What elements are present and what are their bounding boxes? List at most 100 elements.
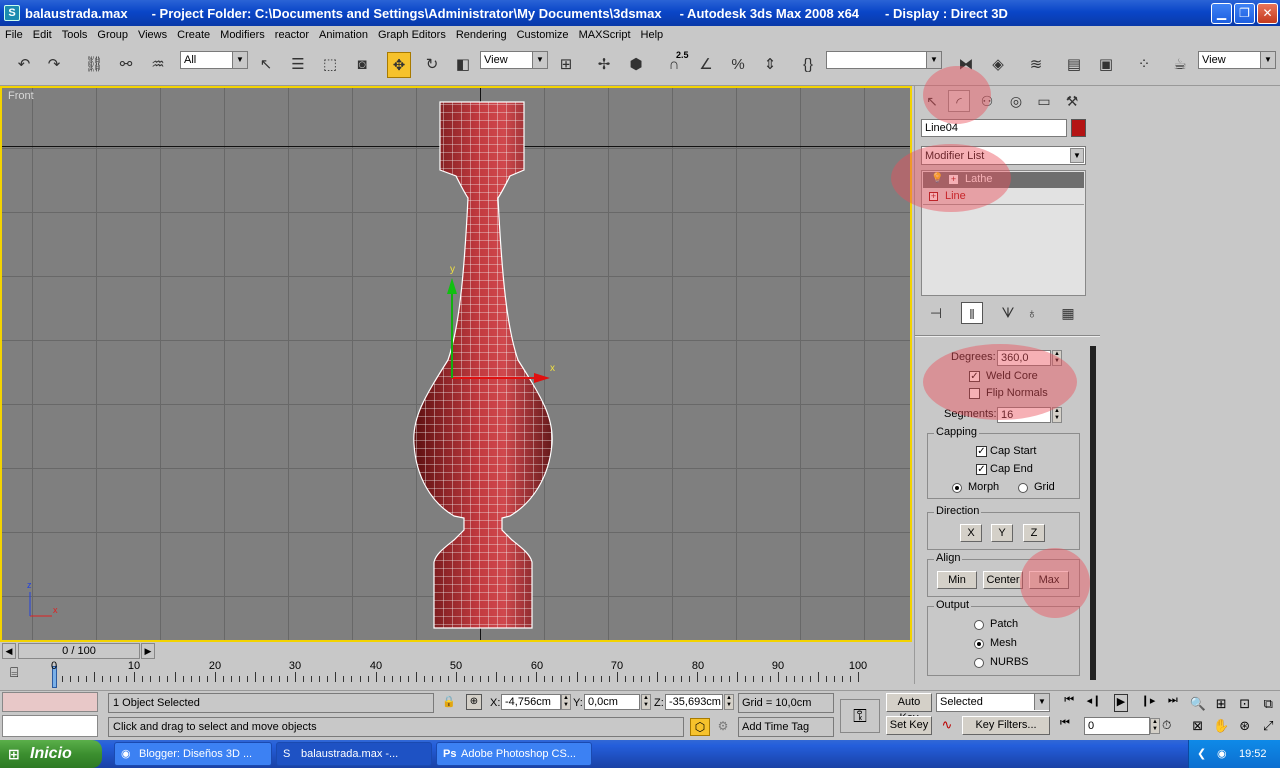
- time-slider-thumb[interactable]: 0 / 100: [18, 643, 140, 659]
- angle-snap-icon[interactable]: ∠: [694, 52, 718, 78]
- direction-x-button[interactable]: X: [960, 524, 982, 542]
- show-end-result-icon[interactable]: ‖: [961, 302, 983, 324]
- display-tab-icon[interactable]: ▭: [1033, 90, 1055, 112]
- back-arrow-icon[interactable]: ❮: [1197, 740, 1206, 768]
- menu-group[interactable]: Group: [97, 29, 128, 41]
- set-key-button[interactable]: Set Key: [886, 716, 932, 735]
- pin-stack-icon[interactable]: ⊣: [925, 302, 947, 324]
- selection-lock-toggle-icon[interactable]: ⬡: [690, 718, 710, 736]
- render-view-dropdown[interactable]: View ▼: [1198, 51, 1276, 69]
- output-patch-radio[interactable]: [974, 620, 984, 630]
- morph-radio[interactable]: [952, 483, 962, 493]
- panel-scrollbar[interactable]: [1090, 346, 1096, 680]
- select-object-icon[interactable]: ↖: [254, 52, 278, 78]
- taskbar-item-3dsmax[interactable]: S balaustrada.max -...: [276, 742, 432, 766]
- track-bar[interactable]: ⌸ 0 10 20 30 40 50 60 70 80 90 100: [0, 660, 912, 690]
- output-nurbs-radio[interactable]: [974, 658, 984, 668]
- percent-snap-icon[interactable]: %: [726, 52, 750, 78]
- x-coordinate-input[interactable]: -4,756cm: [501, 694, 561, 710]
- pan-icon[interactable]: ✋: [1210, 715, 1234, 737]
- go-to-start-icon[interactable]: ⏮: [1064, 694, 1074, 712]
- grid-radio[interactable]: [1018, 483, 1028, 493]
- close-button[interactable]: ✕: [1257, 3, 1278, 24]
- key-filters-button[interactable]: Key Filters...: [962, 716, 1050, 735]
- menu-modifiers[interactable]: Modifiers: [220, 29, 265, 41]
- menu-animation[interactable]: Animation: [319, 29, 368, 41]
- taskbar-item-blogger[interactable]: ◉ Blogger: Diseños 3D ...: [114, 742, 272, 766]
- bind-space-warp-icon[interactable]: ♒: [146, 52, 170, 78]
- key-tangent-icon[interactable]: ∿: [936, 717, 958, 735]
- rectangular-selection-icon[interactable]: ⬚: [318, 52, 342, 78]
- zoom-region-icon[interactable]: ⊠: [1186, 715, 1210, 737]
- next-frame-icon[interactable]: ❙▸: [1141, 694, 1156, 712]
- zoom-extents-all-icon[interactable]: ⧉: [1257, 693, 1280, 715]
- align-min-button[interactable]: Min: [937, 571, 977, 589]
- edit-named-selection-icon[interactable]: {}: [796, 52, 820, 78]
- maximize-button[interactable]: ❐: [1234, 3, 1255, 24]
- named-selection-sets-dropdown[interactable]: ▼: [826, 51, 942, 69]
- cap-start-checkbox[interactable]: ✓: [976, 446, 987, 457]
- menu-views[interactable]: Views: [138, 29, 167, 41]
- render-setup-icon[interactable]: ☕: [1168, 52, 1192, 78]
- zoom-all-icon[interactable]: ⊞: [1210, 693, 1234, 715]
- curve-editor-icon[interactable]: ▤: [1062, 52, 1086, 78]
- key-mode-dropdown[interactable]: Selected ▼: [936, 693, 1050, 712]
- spinner-snap-icon[interactable]: ⇕: [758, 52, 782, 78]
- make-unique-icon[interactable]: ᗐ: [997, 302, 1019, 324]
- menu-create[interactable]: Create: [177, 29, 210, 41]
- z-spinner[interactable]: ▲ ▼: [724, 694, 734, 710]
- object-color-swatch[interactable]: [1071, 119, 1086, 137]
- manipulate-icon[interactable]: ✢: [592, 52, 616, 78]
- material-editor-icon[interactable]: ⁘: [1132, 52, 1156, 78]
- y-coordinate-input[interactable]: 0,0cm: [584, 694, 640, 710]
- current-frame-input[interactable]: 0: [1084, 717, 1150, 735]
- keyboard-shortcut-override-icon[interactable]: ⬢: [624, 52, 648, 78]
- cap-end-checkbox[interactable]: ✓: [976, 464, 987, 475]
- taskbar-item-photoshop[interactable]: Ps Adobe Photoshop CS...: [436, 742, 592, 766]
- set-key-icon[interactable]: ⚿: [840, 699, 880, 733]
- z-coordinate-input[interactable]: -35,693cm: [665, 694, 723, 710]
- menu-maxscript[interactable]: MAXScript: [579, 29, 631, 41]
- minimize-button[interactable]: ▁: [1211, 3, 1232, 24]
- firefox-tray-icon[interactable]: ◉: [1217, 740, 1227, 768]
- align-icon[interactable]: ◈: [986, 52, 1010, 78]
- select-and-scale-icon[interactable]: ◧: [451, 52, 475, 78]
- configure-modifier-sets-icon[interactable]: ▦: [1057, 302, 1079, 324]
- front-viewport[interactable]: Front x y x z: [0, 86, 912, 642]
- link-icon[interactable]: ⛓: [82, 52, 106, 78]
- maximize-viewport-icon[interactable]: ⤢: [1257, 715, 1280, 737]
- chevron-left-icon[interactable]: ◀: [2, 643, 16, 659]
- schematic-view-icon[interactable]: ▣: [1094, 52, 1118, 78]
- menu-help[interactable]: Help: [641, 29, 664, 41]
- zoom-icon[interactable]: 🔍: [1186, 693, 1210, 715]
- select-and-rotate-icon[interactable]: ↻: [420, 52, 444, 78]
- unlink-icon[interactable]: ⚯: [114, 52, 138, 78]
- time-configuration-icon[interactable]: ⏱: [1162, 718, 1171, 733]
- lock-selection-icon[interactable]: 🔒: [442, 695, 456, 708]
- chevron-right-icon[interactable]: ▶: [141, 643, 155, 659]
- direction-y-button[interactable]: Y: [991, 524, 1013, 542]
- output-mesh-radio[interactable]: [974, 639, 984, 649]
- menu-reactor[interactable]: reactor: [275, 29, 309, 41]
- menu-file[interactable]: File: [5, 29, 23, 41]
- redo-icon[interactable]: ↷: [42, 52, 66, 78]
- frame-spinner[interactable]: ▲ ▼: [1150, 718, 1160, 734]
- maxscript-listener-mini[interactable]: [2, 692, 98, 712]
- utilities-tab-icon[interactable]: ⚒: [1061, 90, 1083, 112]
- zoom-extents-icon[interactable]: ⊡: [1233, 693, 1257, 715]
- selection-filter-dropdown[interactable]: All ▼: [180, 51, 248, 69]
- key-mode-toggle-icon[interactable]: ⏮: [1060, 717, 1070, 730]
- direction-z-button[interactable]: Z: [1023, 524, 1045, 542]
- adaptive-degradation-icon[interactable]: ⚙: [714, 718, 732, 736]
- reference-coordinate-dropdown[interactable]: View ▼: [480, 51, 548, 69]
- start-button[interactable]: ⊞ Inicio: [0, 740, 102, 768]
- remove-modifier-icon[interactable]: ♁: [1021, 302, 1043, 324]
- auto-key-button[interactable]: Auto Key: [886, 693, 932, 724]
- baluster-mesh[interactable]: x y x z: [2, 88, 912, 642]
- menu-tools[interactable]: Tools: [62, 29, 88, 41]
- layer-manager-icon[interactable]: ≋: [1024, 52, 1048, 78]
- play-icon[interactable]: ▶: [1113, 694, 1129, 712]
- maxscript-input[interactable]: [2, 715, 98, 737]
- undo-icon[interactable]: ↶: [12, 52, 36, 78]
- pivot-center-icon[interactable]: ⊞: [554, 52, 578, 78]
